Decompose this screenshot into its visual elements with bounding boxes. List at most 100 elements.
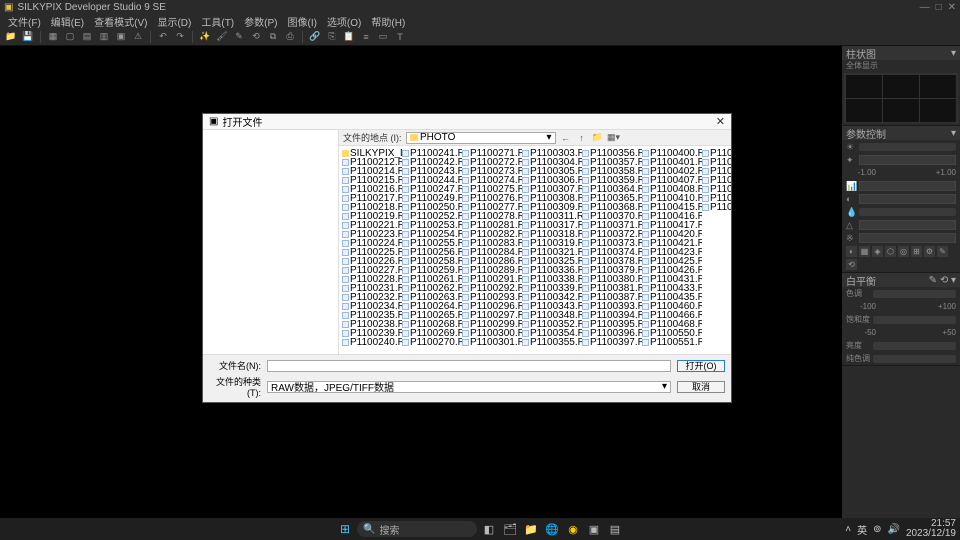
file-item[interactable]: P1100296.RW2 <box>462 302 522 311</box>
panel-collapse-icon[interactable]: ▾ <box>951 128 956 139</box>
menu-display[interactable]: 显示(D) <box>153 14 195 29</box>
nav-up-icon[interactable]: ↑ <box>576 132 588 144</box>
file-item[interactable]: P1100336.RW2 <box>522 266 582 275</box>
tool-grid-icon[interactable]: ▦ <box>46 30 60 44</box>
file-item[interactable]: P1100356.RW2 <box>582 149 642 158</box>
file-item[interactable]: P1100435.RW2 <box>642 293 702 302</box>
file-item[interactable]: P1100370.RW2 <box>582 212 642 221</box>
file-item[interactable]: P1100256.RW2 <box>402 248 462 257</box>
sharp-select[interactable] <box>859 220 956 230</box>
file-item[interactable]: P1100321.RW2 <box>522 248 582 257</box>
file-item[interactable]: P1100221.RW2 <box>342 221 402 230</box>
file-item[interactable]: P1100431.RW2 <box>642 275 702 284</box>
file-item[interactable]: P1100420.RW2 <box>642 230 702 239</box>
tool-pen-icon[interactable]: ✎ <box>232 30 246 44</box>
taskbar-app3-icon[interactable]: ▤ <box>606 520 624 538</box>
file-item[interactable]: P1100241.RW2 <box>402 149 462 158</box>
file-item[interactable]: P1100218.RW2 <box>342 203 402 212</box>
start-button[interactable]: ⊞ <box>336 520 354 538</box>
file-item[interactable]: P1100232.RW2 <box>342 293 402 302</box>
menu-tools[interactable]: 工具(T) <box>197 14 238 29</box>
nav-view-icon[interactable]: ▦▾ <box>608 132 620 144</box>
file-item[interactable]: P1100400.RW2 <box>642 149 702 158</box>
tool-g-icon[interactable]: ⚙ <box>924 246 935 257</box>
file-item[interactable]: P1100364.RW2 <box>582 185 642 194</box>
nav-back-icon[interactable]: ← <box>560 132 572 144</box>
file-item[interactable]: P1100401.RW2 <box>642 158 702 167</box>
file-item[interactable]: P1100299.RW2 <box>462 320 522 329</box>
tool-crop-icon[interactable]: ⧉ <box>266 30 280 44</box>
tool-rect-icon[interactable]: ▭ <box>376 30 390 44</box>
file-item[interactable]: P1100365.RW2 <box>582 194 642 203</box>
tool-b-icon[interactable]: ▦ <box>859 246 870 257</box>
tool-h-icon[interactable]: ✎ <box>937 246 948 257</box>
file-item[interactable]: P1100433.RW2 <box>642 284 702 293</box>
file-item[interactable]: P1100247.RW2 <box>402 185 462 194</box>
file-item[interactable]: P1100355.RW2 <box>522 338 582 347</box>
file-item[interactable]: P1100410.RW2 <box>642 194 702 203</box>
maximize-button[interactable]: □ <box>936 2 942 13</box>
file-item[interactable]: P1100319.RW2 <box>522 239 582 248</box>
file-item[interactable]: P1100243.RW2 <box>402 167 462 176</box>
file-item[interactable]: P1100284.RW2 <box>462 248 522 257</box>
dialog-close-button[interactable]: ✕ <box>716 115 725 128</box>
file-item[interactable]: P1100468.RW2 <box>642 320 702 329</box>
file-item[interactable]: P1100402.RW2 <box>642 167 702 176</box>
file-item[interactable]: P1100249.RW2 <box>402 194 462 203</box>
file-list[interactable]: SILKYPIX_DSP1100212.RW2P1100214.RW2P1100… <box>339 146 731 354</box>
file-item[interactable]: P1100217.RW2 <box>342 194 402 203</box>
close-button[interactable]: ✕ <box>948 2 956 13</box>
tool-print-icon[interactable]: ⎙ <box>283 30 297 44</box>
file-item[interactable]: P1100301.RW2 <box>462 338 522 347</box>
file-item[interactable]: P1100394.RW2 <box>582 311 642 320</box>
tone-select[interactable] <box>859 181 956 191</box>
file-item[interactable]: P1100214.RW2 <box>342 167 402 176</box>
file-item[interactable]: P1100265.RW2 <box>402 311 462 320</box>
file-item[interactable]: P1100466.RW2 <box>642 311 702 320</box>
file-item[interactable]: P1100303.RW2 <box>522 149 582 158</box>
menu-params[interactable]: 参数(P) <box>240 14 281 29</box>
tool-copy-icon[interactable]: ⎘ <box>325 30 339 44</box>
file-item[interactable]: P1100408.RW2 <box>642 185 702 194</box>
file-item[interactable]: P1100286.RW2 <box>462 257 522 266</box>
file-item[interactable]: P1100339.RW2 <box>522 284 582 293</box>
file-item[interactable]: P1100272.RW2 <box>462 158 522 167</box>
file-item[interactable]: P1100283.RW2 <box>462 239 522 248</box>
file-item[interactable]: P1100231.RW2 <box>342 284 402 293</box>
tool-f-icon[interactable]: ⊞ <box>911 246 922 257</box>
file-item[interactable]: P1100300.RW2 <box>462 329 522 338</box>
tool-link-icon[interactable]: 🔗 <box>308 30 322 44</box>
tool-rotate-icon[interactable]: ⟲ <box>249 30 263 44</box>
file-item[interactable]: P1100379.RW2 <box>582 266 642 275</box>
file-item[interactable]: P1100425.RW2 <box>642 257 702 266</box>
tray-network-icon[interactable]: ⊚ <box>873 524 881 535</box>
file-item[interactable]: P1100368.RW2 <box>582 203 642 212</box>
file-item[interactable]: P1100557.RW2 <box>702 167 731 176</box>
file-item[interactable]: P1100278.RW2 <box>462 212 522 221</box>
system-tray[interactable]: ˄ 英 ⊚ 🔊 21:57 2023/12/19 <box>845 519 956 539</box>
file-item[interactable]: P1100238.RW2 <box>342 320 402 329</box>
file-item[interactable]: P1100253.RW2 <box>402 221 462 230</box>
file-item[interactable]: P1100423.RW2 <box>642 248 702 257</box>
file-item[interactable]: P1100318.RW2 <box>522 230 582 239</box>
tool-redo-icon[interactable]: ↷ <box>173 30 187 44</box>
file-item[interactable]: P1100252.RW2 <box>402 212 462 221</box>
file-item[interactable]: P1100387.RW2 <box>582 293 642 302</box>
file-item[interactable]: P1100308.RW2 <box>522 194 582 203</box>
file-item[interactable]: P1100240.RW2 <box>342 338 402 347</box>
tool-a-icon[interactable]: ◐ <box>846 246 857 257</box>
file-item[interactable]: P1100293.RW2 <box>462 293 522 302</box>
file-item[interactable]: P1100262.RW2 <box>402 284 462 293</box>
file-item[interactable]: P1100277.RW2 <box>462 203 522 212</box>
file-item[interactable]: P1100373.RW2 <box>582 239 642 248</box>
taskbar-app2-icon[interactable]: ◉ <box>564 520 582 538</box>
file-item[interactable]: P1100228.RW2 <box>342 275 402 284</box>
file-item[interactable]: P1100215.RW2 <box>342 176 402 185</box>
file-item[interactable]: P1100417.RW2 <box>642 221 702 230</box>
file-item[interactable]: P1100343.RW2 <box>522 302 582 311</box>
file-item[interactable]: P1100317.RW2 <box>522 221 582 230</box>
file-item[interactable]: P1100571.RW2 <box>702 203 731 212</box>
file-item[interactable]: P1100306.RW2 <box>522 176 582 185</box>
tool-thumb-icon[interactable]: ▣ <box>114 30 128 44</box>
file-item[interactable]: P1100372.RW2 <box>582 230 642 239</box>
